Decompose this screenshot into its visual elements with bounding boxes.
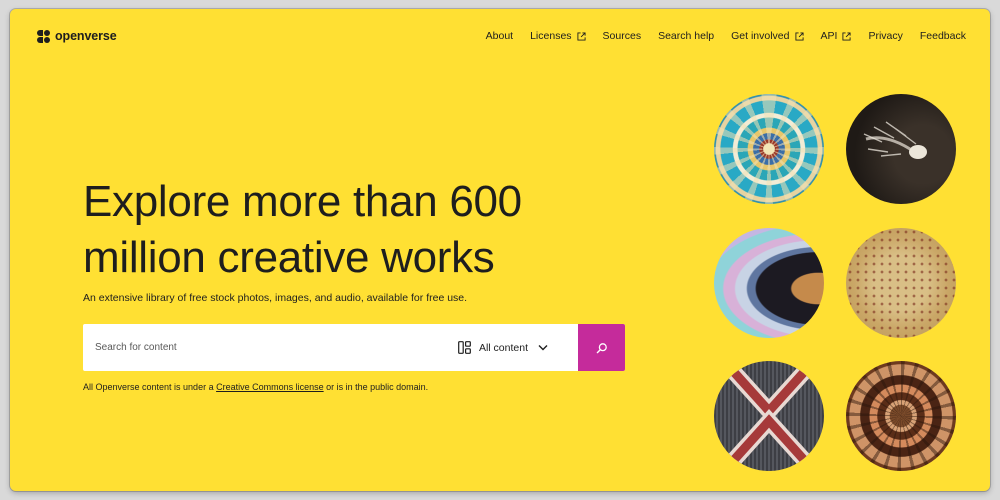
nav-get-involved[interactable]: Get involved — [731, 30, 804, 42]
content-type-select[interactable]: All content — [458, 324, 578, 371]
nav-feedback[interactable]: Feedback — [920, 30, 966, 42]
external-link-icon — [576, 31, 586, 41]
external-link-icon — [794, 31, 804, 41]
nav-search-help[interactable]: Search help — [658, 30, 714, 42]
headline-line-2: million creative works — [83, 233, 495, 282]
hero-subtitle: An extensive library of free stock photo… — [83, 292, 468, 304]
hero-headline: Explore more than 600 million creative w… — [83, 174, 522, 286]
openverse-logo[interactable]: openverse — [37, 29, 117, 43]
license-note: All Openverse content is under a Creativ… — [83, 382, 429, 392]
openverse-page: openverse About Licenses Sources Search … — [10, 9, 990, 491]
search-button[interactable] — [578, 324, 625, 371]
gallery-image-tile-mandala[interactable] — [714, 94, 824, 204]
logo-icon — [37, 29, 50, 43]
search-bar: All content — [83, 324, 625, 371]
nav-privacy[interactable]: Privacy — [868, 30, 902, 42]
content-type-icon — [458, 341, 471, 354]
logo-text: openverse — [55, 29, 117, 43]
gallery-image-woven-textile[interactable] — [714, 361, 824, 471]
search-input[interactable] — [83, 324, 458, 371]
content-type-label: All content — [478, 341, 528, 354]
gallery-image-star-map[interactable] — [846, 228, 956, 338]
headline-line-1: Explore more than 600 — [83, 177, 522, 226]
external-link-icon — [842, 31, 851, 41]
nav-sources[interactable]: Sources — [603, 30, 642, 42]
chevron-down-icon — [538, 345, 548, 351]
search-icon — [596, 342, 607, 353]
gallery-image-planet-rings[interactable] — [714, 228, 824, 338]
gallery-image-comet-drawing[interactable] — [846, 94, 956, 204]
nav-api[interactable]: API — [821, 30, 852, 42]
gallery-image-circular-carving[interactable] — [846, 361, 956, 471]
nav-about[interactable]: About — [486, 30, 513, 42]
main-nav: About Licenses Sources Search help Get i… — [469, 30, 966, 42]
nav-licenses[interactable]: Licenses — [530, 30, 586, 42]
creative-commons-license-link[interactable]: Creative Commons license — [216, 382, 324, 392]
